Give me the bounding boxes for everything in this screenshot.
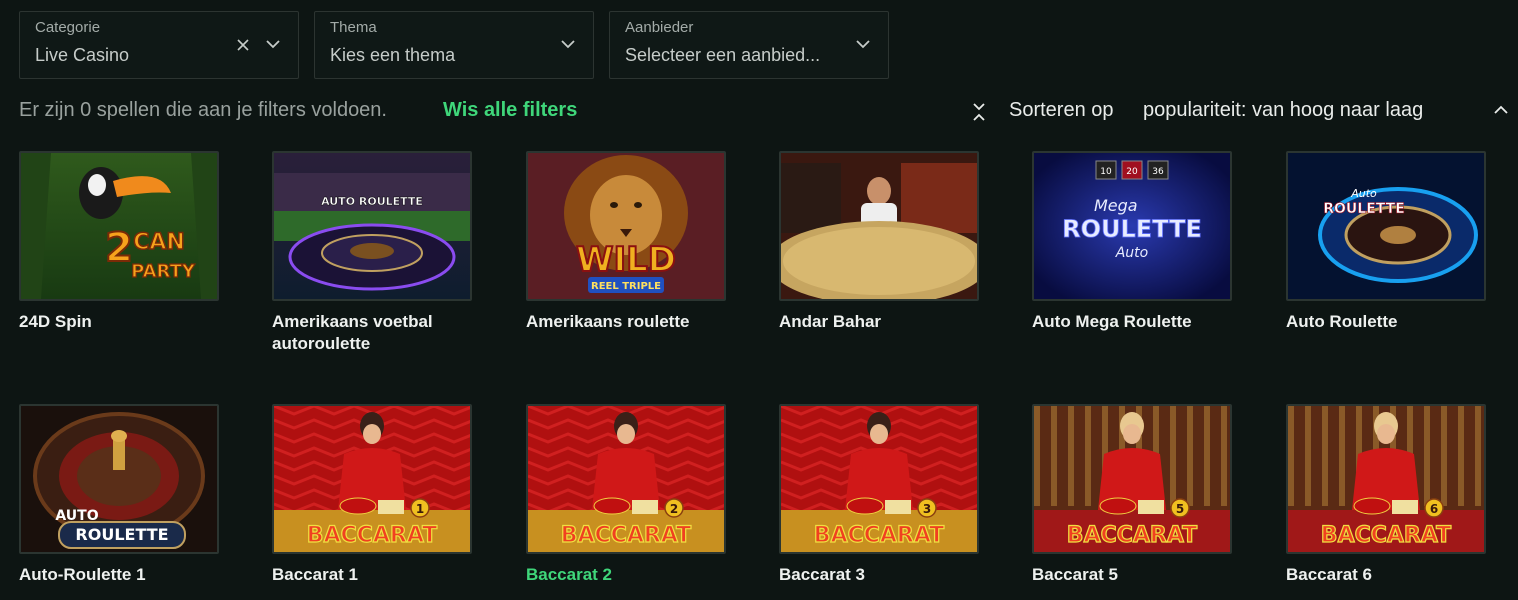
game-thumbnail[interactable]: 10 20 36 Mega ROULETTE Auto <box>1032 151 1232 301</box>
chevron-down-icon[interactable] <box>856 39 870 49</box>
game-artwork: 10 20 36 Mega ROULETTE Auto <box>1034 153 1230 299</box>
chevron-up-icon[interactable] <box>1494 105 1508 115</box>
provider-filter-value: Selecteer een aanbied... <box>625 45 821 65</box>
svg-text:ROULETTE: ROULETTE <box>75 525 168 544</box>
svg-text:BACCARAT: BACCARAT <box>814 523 944 548</box>
collapse-icon[interactable] <box>972 102 986 122</box>
game-tile[interactable]: Auto ROULETTE Auto Roulette <box>1286 151 1486 333</box>
svg-text:Auto: Auto <box>1115 245 1149 261</box>
game-thumbnail[interactable]: 2 CAN PARTY <box>19 151 219 301</box>
game-artwork: AUTO ROULETTE <box>274 153 470 299</box>
clear-all-filters-link[interactable]: Wis alle filters <box>443 99 577 122</box>
game-title[interactable]: Baccarat 3 <box>779 564 979 586</box>
game-title[interactable]: Amerikaans voetbal autoroulette <box>272 311 472 355</box>
chevron-down-icon[interactable] <box>561 39 575 49</box>
game-tile[interactable]: AUTO ROULETTE Auto-Roulette 1 <box>19 404 219 586</box>
chevron-down-icon[interactable] <box>266 39 280 49</box>
game-artwork: 1 BACCARAT <box>274 406 470 552</box>
theme-filter-label: Thema <box>330 19 377 36</box>
svg-text:10: 10 <box>1100 167 1112 177</box>
game-tile[interactable]: 5 BACCARAT Baccarat 5 <box>1032 404 1232 586</box>
svg-text:BACCARAT: BACCARAT <box>1067 523 1197 548</box>
game-thumbnail[interactable]: 5 BACCARAT <box>1032 404 1232 554</box>
game-title[interactable]: 24D Spin <box>19 311 219 333</box>
game-artwork <box>781 153 977 299</box>
svg-text:WILD: WILD <box>576 240 676 280</box>
sort-label: Sorteren op <box>1009 99 1114 121</box>
game-artwork: 2 BACCARAT <box>528 406 724 552</box>
game-thumbnail[interactable]: 6 BACCARAT <box>1286 404 1486 554</box>
game-title[interactable]: Auto-Roulette 1 <box>19 564 219 586</box>
game-thumbnail[interactable]: AUTO ROULETTE <box>19 404 219 554</box>
game-tile[interactable]: Andar Bahar <box>779 151 979 333</box>
svg-text:PARTY: PARTY <box>131 261 196 282</box>
game-artwork: WILD REEL TRIPLE <box>528 153 724 299</box>
svg-text:BACCARAT: BACCARAT <box>307 523 437 548</box>
game-artwork: 6 BACCARAT <box>1288 406 1484 552</box>
svg-text:REEL TRIPLE: REEL TRIPLE <box>591 281 661 292</box>
game-title[interactable]: Auto Mega Roulette <box>1032 311 1232 333</box>
svg-text:2: 2 <box>105 225 133 271</box>
game-tile[interactable]: 10 20 36 Mega ROULETTE Auto Auto Mega Rou… <box>1032 151 1232 333</box>
game-title[interactable]: Amerikaans roulette <box>526 311 726 333</box>
provider-filter[interactable]: Aanbieder Selecteer een aanbied... <box>609 11 889 79</box>
game-tile[interactable]: WILD REEL TRIPLE Amerikaans roulette <box>526 151 726 333</box>
game-title[interactable]: Baccarat 6 <box>1286 564 1486 586</box>
game-thumbnail[interactable]: AUTO ROULETTE <box>272 151 472 301</box>
game-tile[interactable]: 3 BACCARAT Baccarat 3 <box>779 404 979 586</box>
svg-text:AUTO ROULETTE: AUTO ROULETTE <box>321 195 423 208</box>
game-tile[interactable]: 2 BACCARAT Baccarat 2 <box>526 404 726 586</box>
game-artwork: 3 BACCARAT <box>781 406 977 552</box>
svg-text:Mega: Mega <box>1094 196 1138 215</box>
game-artwork: 2 CAN PARTY <box>21 153 217 299</box>
game-artwork: Auto ROULETTE <box>1288 153 1484 299</box>
game-title[interactable]: Auto Roulette <box>1286 311 1486 333</box>
svg-text:1: 1 <box>416 502 424 516</box>
svg-text:Auto: Auto <box>1350 187 1377 200</box>
provider-filter-label: Aanbieder <box>625 19 694 36</box>
category-filter-value: Live Casino <box>35 45 130 65</box>
game-thumbnail[interactable]: WILD REEL TRIPLE <box>526 151 726 301</box>
svg-text:3: 3 <box>923 502 931 516</box>
svg-text:ROULETTE: ROULETTE <box>1323 201 1405 217</box>
category-filter[interactable]: Categorie Live Casino <box>19 11 299 79</box>
svg-text:20: 20 <box>1126 167 1138 177</box>
game-title[interactable]: Andar Bahar <box>779 311 979 333</box>
svg-text:CAN: CAN <box>133 230 185 255</box>
svg-text:2: 2 <box>670 502 678 516</box>
sort-select[interactable]: populariteit: van hoog naar laag <box>1143 99 1423 122</box>
results-count-text: Er zijn 0 spellen die aan je filters vol… <box>19 99 387 121</box>
game-thumbnail[interactable] <box>779 151 979 301</box>
game-thumbnail[interactable]: Auto ROULETTE <box>1286 151 1486 301</box>
svg-text:6: 6 <box>1430 502 1438 516</box>
game-title[interactable]: Baccarat 2 <box>526 564 726 586</box>
svg-text:5: 5 <box>1176 502 1184 516</box>
game-thumbnail[interactable]: 3 BACCARAT <box>779 404 979 554</box>
svg-text:ROULETTE: ROULETTE <box>1062 215 1202 243</box>
theme-filter[interactable]: Thema Kies een thema <box>314 11 594 79</box>
theme-filter-value: Kies een thema <box>330 45 456 65</box>
game-title[interactable]: Baccarat 5 <box>1032 564 1232 586</box>
game-artwork: 5 BACCARAT <box>1034 406 1230 552</box>
game-title[interactable]: Baccarat 1 <box>272 564 472 586</box>
clear-icon[interactable] <box>237 39 249 51</box>
game-thumbnail[interactable]: 2 BACCARAT <box>526 404 726 554</box>
game-tile[interactable]: AUTO ROULETTE Amerikaans voetbal autoroul… <box>272 151 472 355</box>
svg-text:36: 36 <box>1152 167 1164 177</box>
game-tile[interactable]: 2 CAN PARTY 24D Spin <box>19 151 219 333</box>
game-tile[interactable]: 6 BACCARAT Baccarat 6 <box>1286 404 1486 586</box>
game-tile[interactable]: 1 BACCARAT Baccarat 1 <box>272 404 472 586</box>
svg-text:BACCARAT: BACCARAT <box>561 523 691 548</box>
svg-text:BACCARAT: BACCARAT <box>1321 523 1451 548</box>
game-artwork: AUTO ROULETTE <box>21 406 217 552</box>
game-thumbnail[interactable]: 1 BACCARAT <box>272 404 472 554</box>
category-filter-label: Categorie <box>35 19 101 36</box>
